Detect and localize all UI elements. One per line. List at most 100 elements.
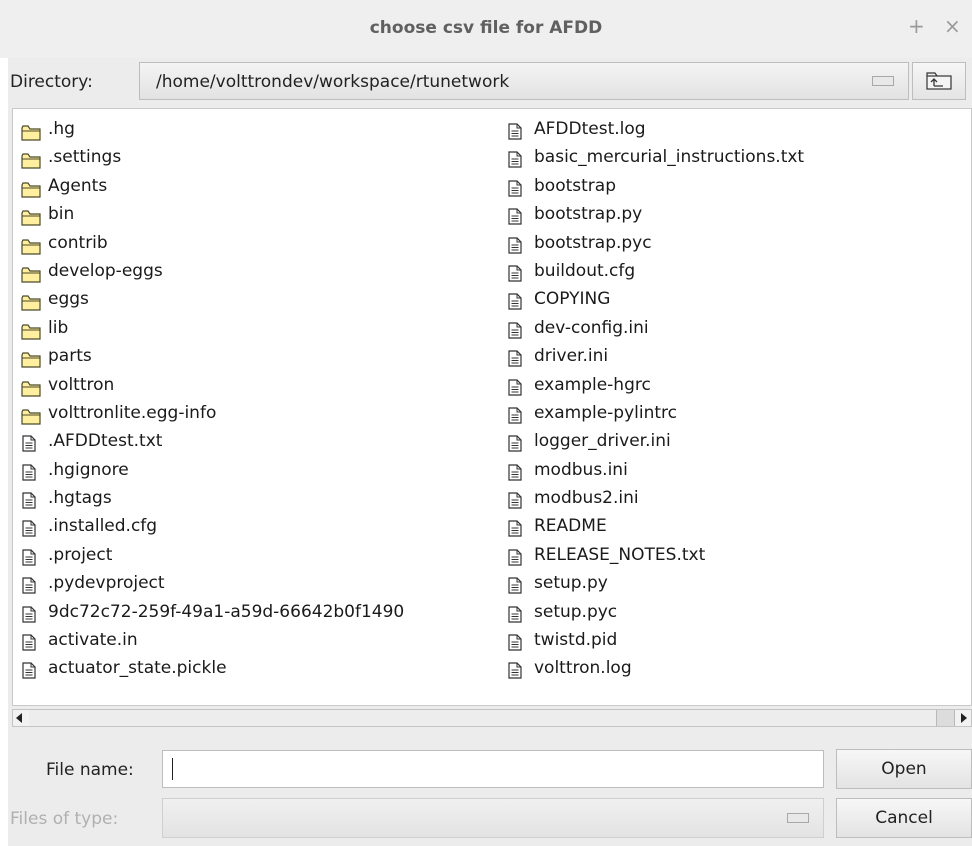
file-item[interactable]: setup.py [507,569,804,597]
file-item[interactable]: AFDDtest.log [507,115,804,143]
item-label: bootstrap.py [534,204,643,225]
file-item[interactable]: .hgignore [21,456,404,484]
item-label: buildout.cfg [534,260,636,281]
file-item[interactable]: bootstrap [507,172,804,200]
file-item[interactable]: bootstrap.pyc [507,229,804,257]
arrow-right-icon [961,713,967,723]
dialog-body: Directory: /home/volttrondev/workspace/r… [8,58,972,846]
file-item[interactable]: .installed.cfg [21,512,404,540]
item-label: lib [48,317,69,338]
file-item[interactable]: COPYING [507,285,804,313]
directory-row: Directory: /home/volttrondev/workspace/r… [8,58,972,106]
file-item[interactable]: actuator_state.pickle [21,654,404,682]
file-item[interactable]: dev-config.ini [507,314,804,342]
folder-item[interactable]: .settings [21,143,404,171]
item-label: logger_driver.ini [534,431,671,452]
item-label: .AFDDtest.txt [48,431,163,452]
file-item[interactable]: driver.ini [507,342,804,370]
scroll-right-button[interactable] [954,710,971,726]
file-icon [21,660,37,688]
item-label: volttron.log [534,658,632,679]
files-of-type-label: Files of type: [10,809,119,829]
file-item[interactable]: modbus.ini [507,456,804,484]
dropdown-arrow-icon[interactable] [872,76,894,86]
directory-path: /home/volttrondev/workspace/rtunetwork [156,72,510,92]
folder-item[interactable]: contrib [21,229,404,257]
item-label: .installed.cfg [48,516,158,537]
item-label: bin [48,204,75,225]
item-label: actuator_state.pickle [48,658,227,679]
parent-directory-button[interactable] [912,62,966,100]
file-item[interactable]: setup.pyc [507,598,804,626]
arrow-left-icon [16,713,22,723]
file-item[interactable]: volttron.log [507,654,804,682]
item-label: .project [48,544,113,565]
item-label: setup.pyc [534,601,618,622]
file-icon [507,660,523,688]
file-item[interactable]: activate.in [21,626,404,654]
item-label: .hgignore [48,459,129,480]
folder-item[interactable]: lib [21,314,404,342]
file-item[interactable]: modbus2.ini [507,484,804,512]
folder-item[interactable]: .hg [21,115,404,143]
file-item[interactable]: twistd.pid [507,626,804,654]
maximize-icon[interactable]: + [908,14,925,38]
item-label: RELEASE_NOTES.txt [534,544,706,565]
item-label: setup.py [534,573,608,594]
file-item[interactable]: 9dc72c72-259f-49a1-a59d-66642b0f1490 [21,598,404,626]
file-item[interactable]: RELEASE_NOTES.txt [507,541,804,569]
item-label: .settings [48,147,122,168]
file-item[interactable]: buildout.cfg [507,257,804,285]
files-of-type-combobox [162,798,824,838]
item-label: bootstrap [534,175,616,196]
directory-label: Directory: [10,72,93,92]
folder-item[interactable]: volttron [21,371,404,399]
file-item[interactable]: .pydevproject [21,569,404,597]
file-item[interactable]: README [507,512,804,540]
item-label: .hg [48,119,75,139]
folder-item[interactable]: eggs [21,285,404,313]
item-label: COPYING [534,289,611,310]
item-label: contrib [48,232,108,253]
open-button[interactable]: Open [836,749,972,789]
directory-combobox[interactable]: /home/volttrondev/workspace/rtunetwork [139,62,909,100]
item-label: eggs [48,289,89,310]
cancel-button[interactable]: Cancel [836,798,972,838]
file-name-input[interactable] [162,750,824,788]
item-label: .hgtags [48,488,112,509]
file-item[interactable]: .project [21,541,404,569]
item-label: volttronlite.egg-info [48,402,217,423]
item-label: twistd.pid [534,630,618,651]
item-label: example-pylintrc [534,402,678,423]
folder-item[interactable]: parts [21,342,404,370]
file-item[interactable]: .AFDDtest.txt [21,427,404,455]
window-title: choose csv file for AFDD [369,18,603,38]
listing-column-2: AFDDtest.log basic_mercurial_instructions… [507,115,804,683]
folder-item[interactable]: volttronlite.egg-info [21,399,404,427]
folder-item[interactable]: Agents [21,172,404,200]
item-label: .pydevproject [48,573,165,594]
dropdown-arrow-icon [787,813,809,823]
listing-column-1: .hg .settings Agents bin contrib develop-eggs… [21,115,404,683]
file-item[interactable]: logger_driver.ini [507,427,804,455]
parent-directory-icon [926,72,952,90]
folder-item[interactable]: develop-eggs [21,257,404,285]
file-item[interactable]: bootstrap.py [507,200,804,228]
scroll-left-button[interactable] [13,710,30,726]
file-item[interactable]: .hgtags [21,484,404,512]
file-name-label: File name: [46,760,134,780]
item-label: driver.ini [534,346,609,367]
folder-item[interactable]: bin [21,200,404,228]
file-listing[interactable]: .hg .settings Agents bin contrib develop-eggs… [12,108,972,706]
file-item[interactable]: basic_mercurial_instructions.txt [507,143,804,171]
horizontal-scrollbar[interactable] [12,709,972,727]
close-icon[interactable]: × [944,14,961,38]
scrollbar-thumb[interactable] [29,710,937,726]
item-label: Agents [48,175,108,196]
item-label: modbus.ini [534,459,628,480]
item-label: basic_mercurial_instructions.txt [534,147,805,168]
file-item[interactable]: example-pylintrc [507,399,804,427]
item-label: volttron [48,374,115,395]
item-label: 9dc72c72-259f-49a1-a59d-66642b0f1490 [48,601,405,622]
file-item[interactable]: example-hgrc [507,371,804,399]
